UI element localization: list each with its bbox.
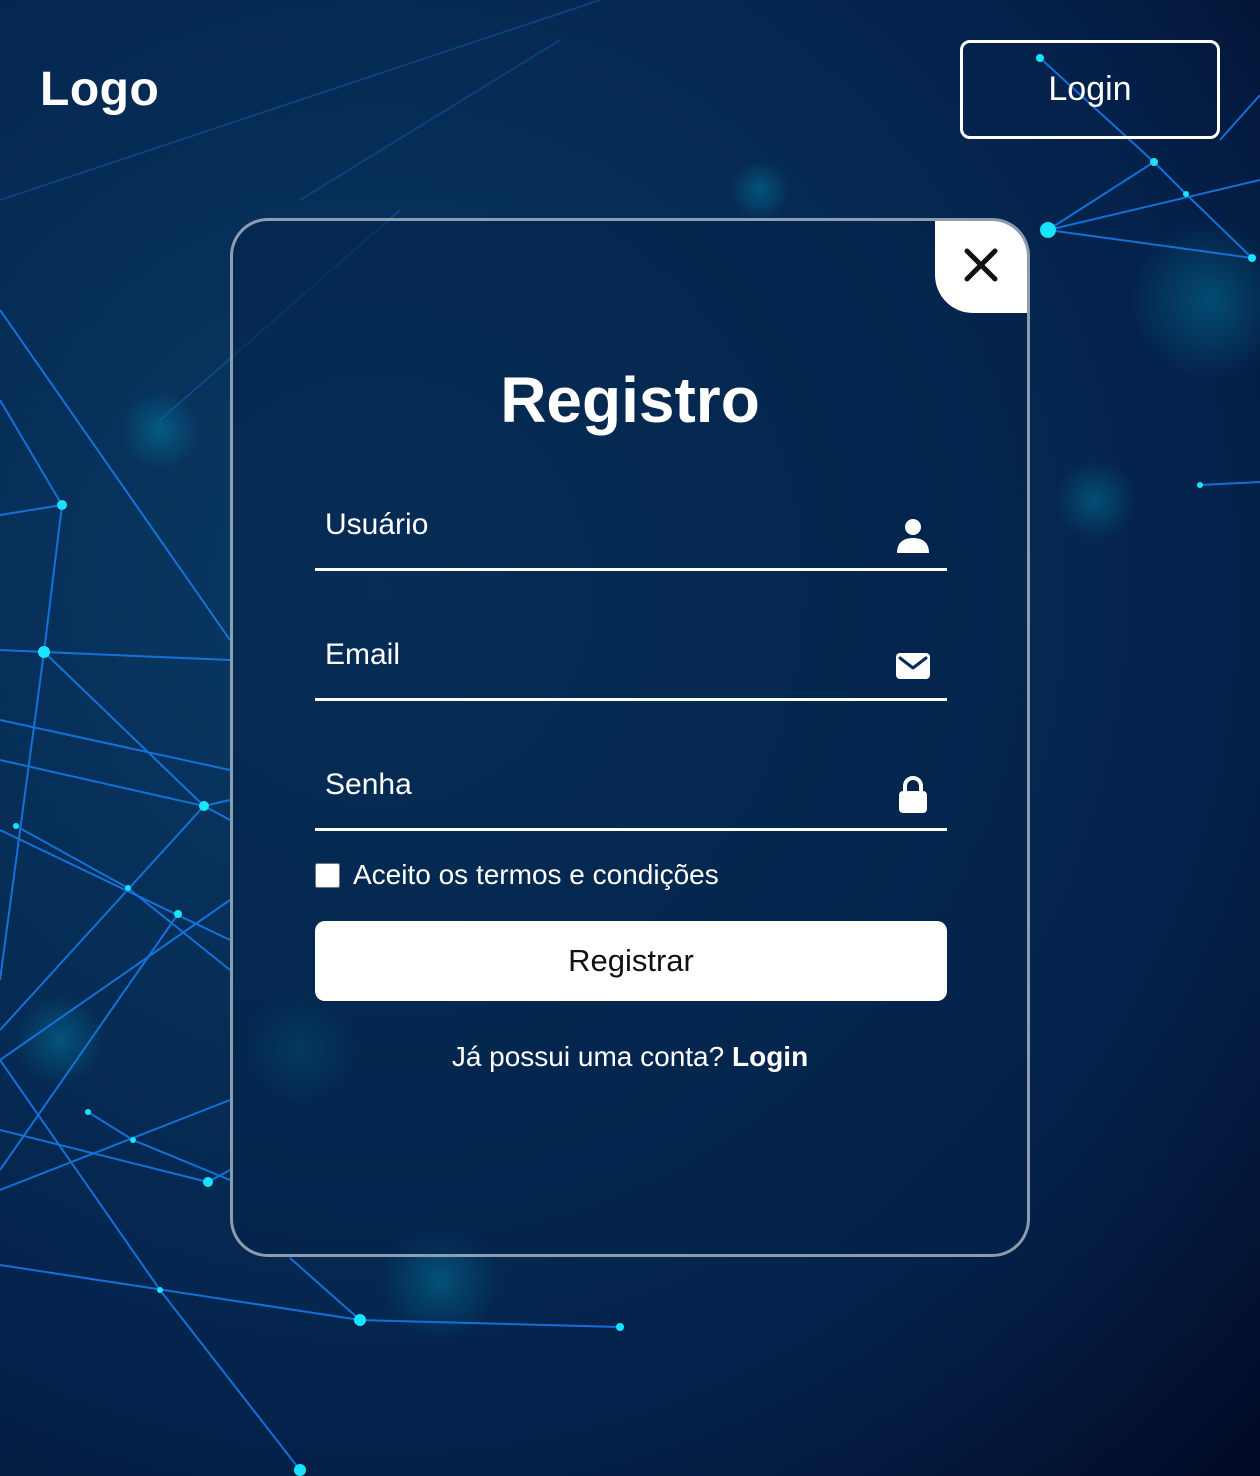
password-field xyxy=(315,741,947,831)
close-button[interactable] xyxy=(935,221,1027,313)
email-input[interactable] xyxy=(315,611,875,698)
modal-title: Registro xyxy=(500,364,760,436)
login-button[interactable]: Login xyxy=(960,40,1220,139)
username-field xyxy=(315,481,947,571)
password-input[interactable] xyxy=(315,741,875,828)
register-modal: Registro Aceito os termos xyxy=(230,218,1030,1257)
logo: Logo xyxy=(40,63,160,116)
user-icon xyxy=(895,518,931,554)
close-icon xyxy=(963,247,999,288)
login-prompt-text: Já possui uma conta? xyxy=(451,1041,732,1072)
username-input[interactable] xyxy=(315,481,875,568)
envelope-icon xyxy=(895,648,931,684)
terms-label: Aceito os termos e condições xyxy=(353,859,719,890)
login-prompt: Já possui uma conta? Login xyxy=(233,1041,1027,1073)
terms-row[interactable]: Aceito os termos e condições xyxy=(315,857,719,893)
login-link[interactable]: Login xyxy=(732,1041,808,1072)
register-button[interactable]: Registrar xyxy=(315,921,947,1001)
email-field xyxy=(315,611,947,701)
lock-icon xyxy=(895,776,931,813)
terms-checkbox[interactable] xyxy=(315,862,340,888)
